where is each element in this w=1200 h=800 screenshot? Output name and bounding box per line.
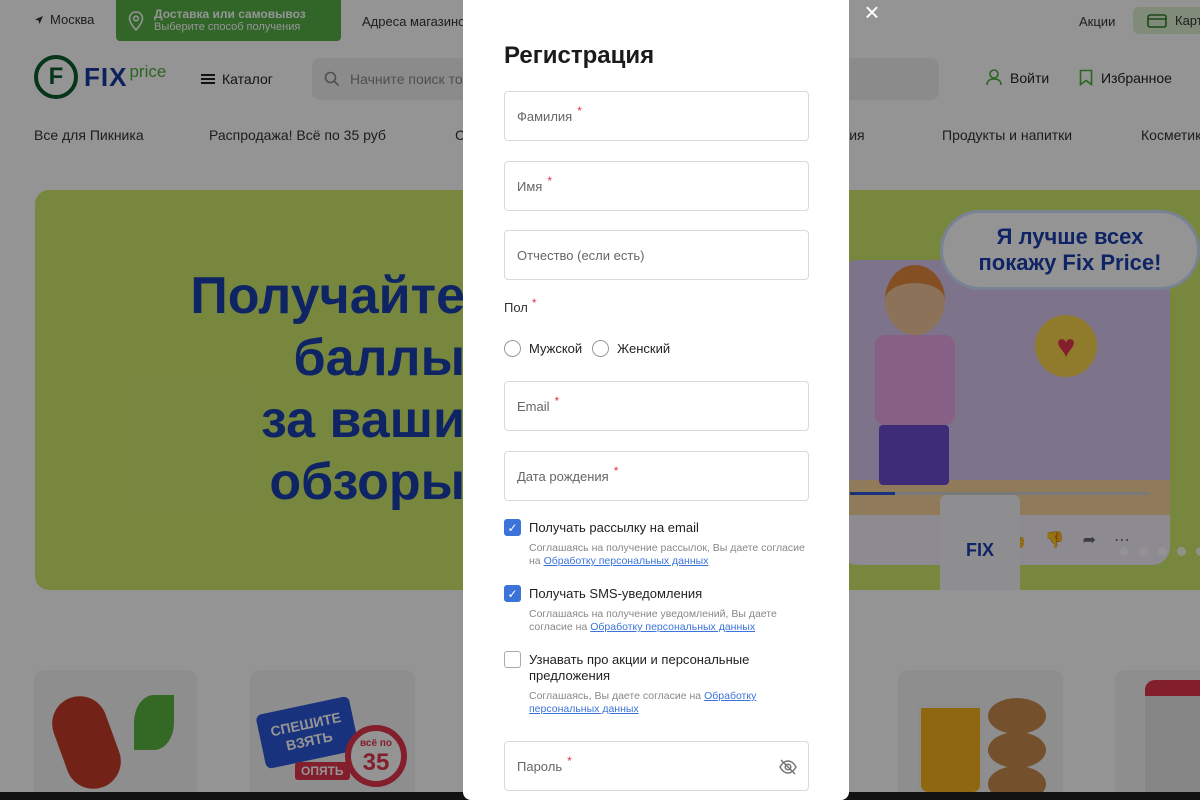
sms-notifications-option: ✓ Получать SMS-уведомления Соглашаясь на… (504, 585, 814, 634)
gender-radio-group: Мужской Женский (504, 340, 670, 357)
checkmark-icon[interactable]: ✓ (504, 519, 521, 536)
required-mark: * (554, 394, 560, 408)
checkbox-box[interactable] (504, 651, 521, 668)
password-field[interactable]: Пароль * (504, 741, 809, 791)
checkmark-icon[interactable]: ✓ (504, 585, 521, 602)
radio-label: Мужской (529, 341, 583, 356)
required-mark: * (613, 464, 619, 478)
promo-offers-option: Узнавать про акции и персональные предло… (504, 651, 814, 716)
gender-label-text: Пол (504, 300, 528, 315)
patronymic-field[interactable]: Отчество (если есть) (504, 230, 809, 280)
last-name-field[interactable]: Фамилия * (504, 91, 809, 141)
consent-note: Соглашаясь, Вы даете согласие на Обработ… (504, 690, 814, 716)
birthdate-field[interactable]: Дата рождения * (504, 451, 809, 501)
field-label: Отчество (если есть) (517, 247, 645, 263)
checkbox-label: Получать рассылку на email (529, 520, 699, 535)
consent-text: Соглашаясь, Вы даете согласие на (529, 690, 702, 702)
radio-circle[interactable] (504, 340, 521, 357)
first-name-field[interactable]: Имя * (504, 161, 809, 211)
close-modal-button[interactable]: × (861, 0, 883, 25)
consent-note: Соглашаясь на получение уведомлений, Вы … (504, 608, 814, 634)
required-mark: * (547, 174, 552, 188)
promo-offers-checkbox[interactable]: Узнавать про акции и персональные предло… (504, 651, 814, 684)
modal-title: Регистрация (504, 42, 655, 69)
eye-off-icon[interactable] (778, 757, 798, 777)
radio-label: Женский (617, 341, 671, 356)
radio-circle[interactable] (592, 340, 610, 357)
consent-note: Соглашаясь на получение рассылок, Вы дае… (504, 542, 814, 568)
field-label: Фамилия (517, 108, 573, 124)
gender-female-radio[interactable]: Женский (592, 340, 670, 357)
personal-data-link[interactable]: Обработку персональных данных (590, 621, 755, 633)
gender-male-radio[interactable]: Мужской (504, 340, 582, 357)
required-mark: * (567, 754, 572, 768)
field-label: Дата рождения (517, 468, 609, 484)
required-mark: * (577, 104, 582, 118)
gender-label: Пол * (504, 296, 537, 315)
checkbox-label: Получать SMS-уведомления (529, 586, 703, 601)
personal-data-link[interactable]: Обработку персональных данных (544, 555, 709, 567)
registration-modal: Регистрация Фамилия * Имя * Отчество (если… (463, 0, 849, 800)
sms-notifications-checkbox[interactable]: ✓ Получать SMS-уведомления (504, 585, 814, 602)
checkbox-label: Узнавать про акции и персональные предло… (529, 652, 750, 683)
required-mark: * (531, 296, 537, 310)
email-field[interactable]: Email * (504, 381, 809, 431)
field-label: Пароль (517, 758, 563, 774)
field-label: Email (517, 398, 550, 414)
email-newsletter-checkbox[interactable]: ✓ Получать рассылку на email (504, 519, 814, 536)
field-label: Имя (517, 178, 543, 194)
email-newsletter-option: ✓ Получать рассылку на email Соглашаясь … (504, 519, 814, 568)
